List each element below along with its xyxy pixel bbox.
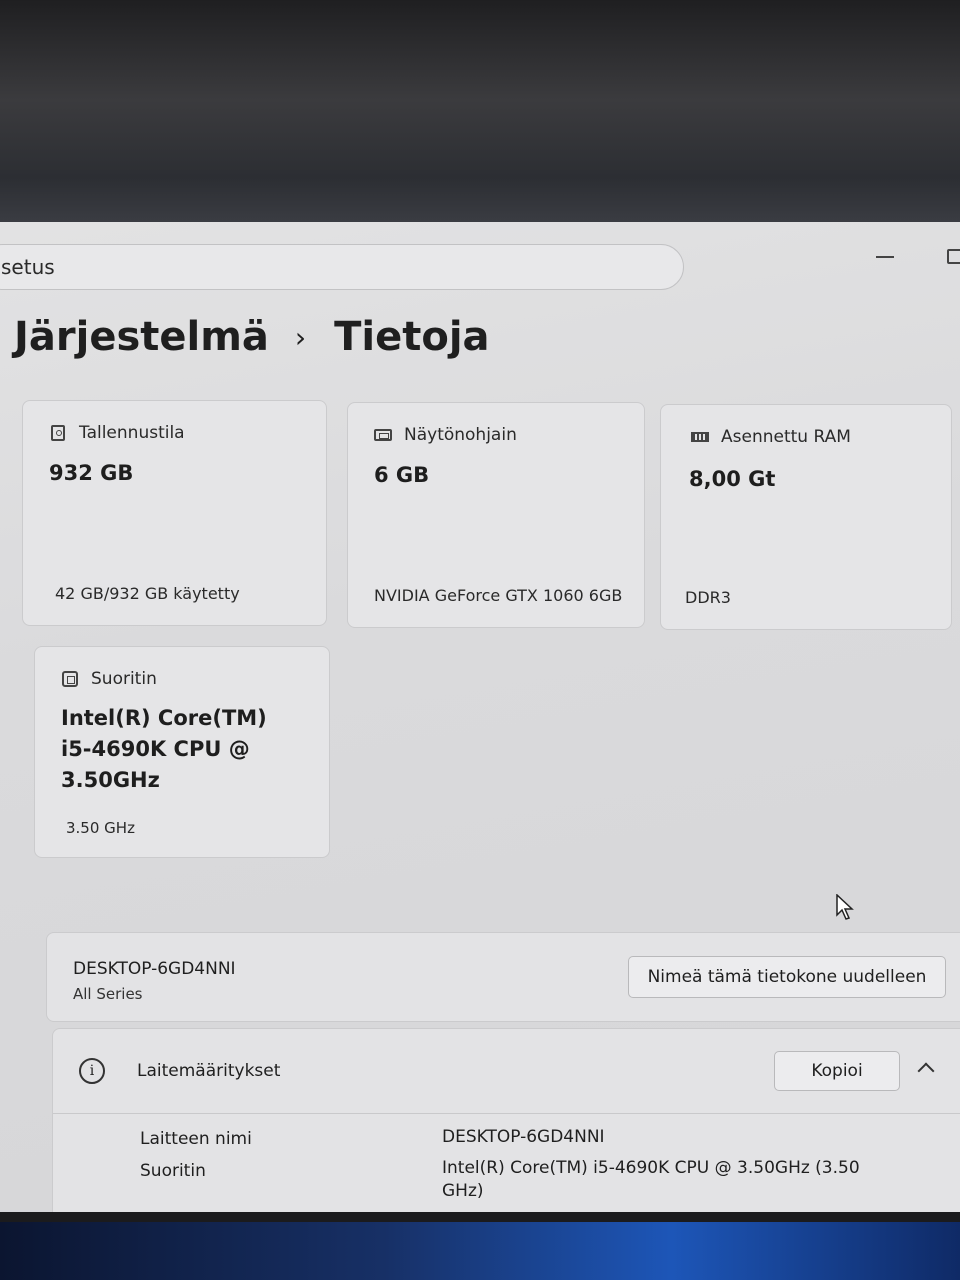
desktop-wallpaper-strip: [0, 1212, 960, 1280]
minimize-icon[interactable]: [876, 256, 894, 258]
copy-button[interactable]: Kopioi: [774, 1051, 900, 1091]
gpu-card-value: 6 GB: [374, 463, 430, 487]
gpu-card-detail: NVIDIA GeForce GTX 1060 6GB: [374, 586, 623, 605]
breadcrumb: Järjestelmä › Tietoja: [14, 314, 490, 360]
device-model: All Series: [73, 985, 143, 1003]
gpu-card-title: Näytönohjain: [404, 425, 517, 445]
hard-drive-icon: [49, 424, 67, 442]
search-text: setus: [1, 255, 55, 279]
ram-card-detail: DDR3: [685, 588, 731, 607]
graphics-card-icon: [374, 426, 392, 444]
maximize-icon[interactable]: [947, 249, 960, 264]
chevron-right-icon: ›: [294, 320, 307, 354]
ram-card-title: Asennettu RAM: [721, 427, 851, 447]
settings-window: setus Järjestelmä › Tietoja Tallennustil…: [0, 222, 960, 1228]
device-specs-header[interactable]: i Laitemääritykset Kopioi: [53, 1029, 960, 1114]
page-title: Tietoja: [334, 314, 490, 360]
processor-icon: [61, 670, 79, 688]
monitor-bezel-top: [0, 0, 960, 222]
storage-card-title: Tallennustila: [79, 423, 185, 443]
cpu-card-detail: 3.50 GHz: [66, 819, 135, 837]
spec-label-device-name: Laitteen nimi: [140, 1129, 252, 1149]
storage-card-value: 932 GB: [49, 461, 134, 485]
device-name-row: DESKTOP-6GD4NNI All Series Nimeä tämä ti…: [46, 932, 960, 1022]
storage-card-header: Tallennustila: [49, 423, 185, 443]
mouse-cursor-icon: [836, 894, 854, 920]
device-specs-section: i Laitemääritykset Kopioi Laitteen nimi …: [52, 1028, 960, 1228]
ram-card-value: 8,00 Gt: [689, 467, 776, 491]
search-input[interactable]: setus: [0, 244, 684, 290]
ram-card-header: Asennettu RAM: [691, 427, 851, 447]
spec-value-device-name: DESKTOP-6GD4NNI: [442, 1127, 605, 1147]
storage-card-detail: 42 GB/932 GB käytetty: [55, 584, 240, 603]
cpu-card-value: Intel(R) Core(TM) i5-4690K CPU @ 3.50GHz: [61, 706, 267, 792]
cpu-card[interactable]: Suoritin Intel(R) Core(TM) i5-4690K CPU …: [34, 646, 330, 858]
ram-card[interactable]: Asennettu RAM 8,00 Gt DDR3: [660, 404, 952, 630]
monitor-bezel-bottom: [0, 1212, 960, 1222]
cpu-card-title: Suoritin: [91, 669, 157, 689]
spec-label-processor: Suoritin: [140, 1161, 206, 1181]
device-name: DESKTOP-6GD4NNI: [73, 959, 236, 979]
chevron-up-icon[interactable]: [917, 1062, 935, 1080]
rename-pc-button[interactable]: Nimeä tämä tietokone uudelleen: [628, 956, 946, 998]
memory-icon: [691, 428, 709, 446]
info-icon: i: [79, 1058, 105, 1084]
storage-card[interactable]: Tallennustila 932 GB 42 GB/932 GB käytet…: [22, 400, 327, 626]
breadcrumb-parent[interactable]: Järjestelmä: [14, 314, 269, 360]
cpu-card-header: Suoritin: [61, 669, 157, 689]
device-specs-title: Laitemääritykset: [137, 1061, 281, 1081]
spec-value-processor: Intel(R) Core(TM) i5-4690K CPU @ 3.50GHz…: [442, 1158, 860, 1201]
gpu-card-header: Näytönohjain: [374, 425, 517, 445]
gpu-card[interactable]: Näytönohjain 6 GB NVIDIA GeForce GTX 106…: [347, 402, 645, 628]
